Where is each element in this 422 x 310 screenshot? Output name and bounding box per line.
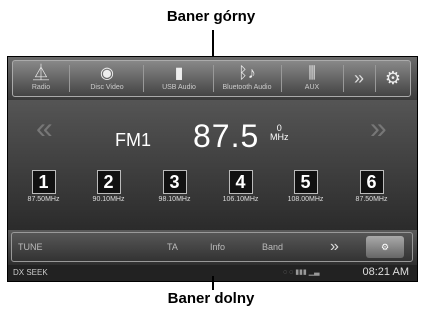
preset-button-4[interactable]: 4 106.10MHz (213, 170, 268, 203)
info-button[interactable]: Info (210, 233, 225, 261)
callout-leader-top (212, 30, 214, 56)
callout-top-banner: Baner górny (166, 8, 256, 25)
preset-button-1[interactable]: 1 87.50MHz (16, 170, 71, 203)
antenna-icon: ⏅ (32, 65, 49, 82)
disc-icon: ◉ (100, 65, 114, 82)
signal-status-icons: ◌ ◌ ▮▮▮ ▁▃ (283, 269, 320, 276)
bottom-more-button[interactable]: » (330, 233, 339, 261)
tune-button[interactable]: TUNE (18, 233, 43, 261)
seek-prev-button[interactable]: « (36, 112, 53, 146)
top-more-button[interactable]: » (345, 61, 373, 96)
clock: 08:21 AM (362, 266, 409, 278)
source-aux-button[interactable]: ⫼ AUX (285, 61, 339, 96)
frequency-unit: 0 MHz (270, 123, 289, 142)
bluetooth-icon: ᛒ♪ (238, 65, 256, 82)
preset-button-5[interactable]: 5 108.00MHz (278, 170, 333, 203)
source-radio-button[interactable]: ⏅ Radio (21, 61, 61, 96)
settings-wrench-icon[interactable]: ⚙ (377, 61, 409, 96)
band-button[interactable]: Band (262, 233, 283, 261)
preset-button-6[interactable]: 6 87.50MHz (344, 170, 399, 203)
source-bluetooth-audio-button[interactable]: ᛒ♪ Bluetooth Audio (215, 61, 279, 96)
preset-button-2[interactable]: 2 90.10MHz (81, 170, 136, 203)
seek-next-button[interactable]: » (370, 112, 387, 146)
bottom-banner: TUNE TA Info Band » ⚙ (8, 230, 417, 265)
top-banner: ⏅ Radio ◉ Disc Video ▮ USB Audio ᛒ♪ Blue… (8, 57, 417, 100)
band-label: FM1 (115, 130, 151, 150)
usb-icon: ▮ (174, 65, 184, 82)
source-disc-video-button[interactable]: ◉ Disc Video (75, 61, 139, 96)
preset-list: 1 87.50MHz 2 90.10MHz 3 98.10MHz 4 106.10MHz… (8, 170, 417, 226)
aux-icon: ⫼ (308, 65, 316, 82)
preset-button-3[interactable]: 3 98.10MHz (147, 170, 202, 203)
callout-leader-bottom (212, 276, 214, 290)
frequency-display: 87.5 (193, 118, 260, 154)
source-usb-audio-button[interactable]: ▮ USB Audio (147, 61, 211, 96)
dx-seek-indicator: DX SEEK (13, 268, 48, 277)
settings-button[interactable]: ⚙ (366, 236, 404, 258)
head-unit-screen: ⏅ Radio ◉ Disc Video ▮ USB Audio ᛒ♪ Blue… (7, 56, 418, 282)
tuner-display: « » FM1 87.5 0 MHz 1 87.50MHz 2 90.10MHz 3… (8, 100, 417, 230)
callout-bottom-banner: Baner dolny (167, 290, 255, 307)
ta-button[interactable]: TA (167, 233, 178, 261)
